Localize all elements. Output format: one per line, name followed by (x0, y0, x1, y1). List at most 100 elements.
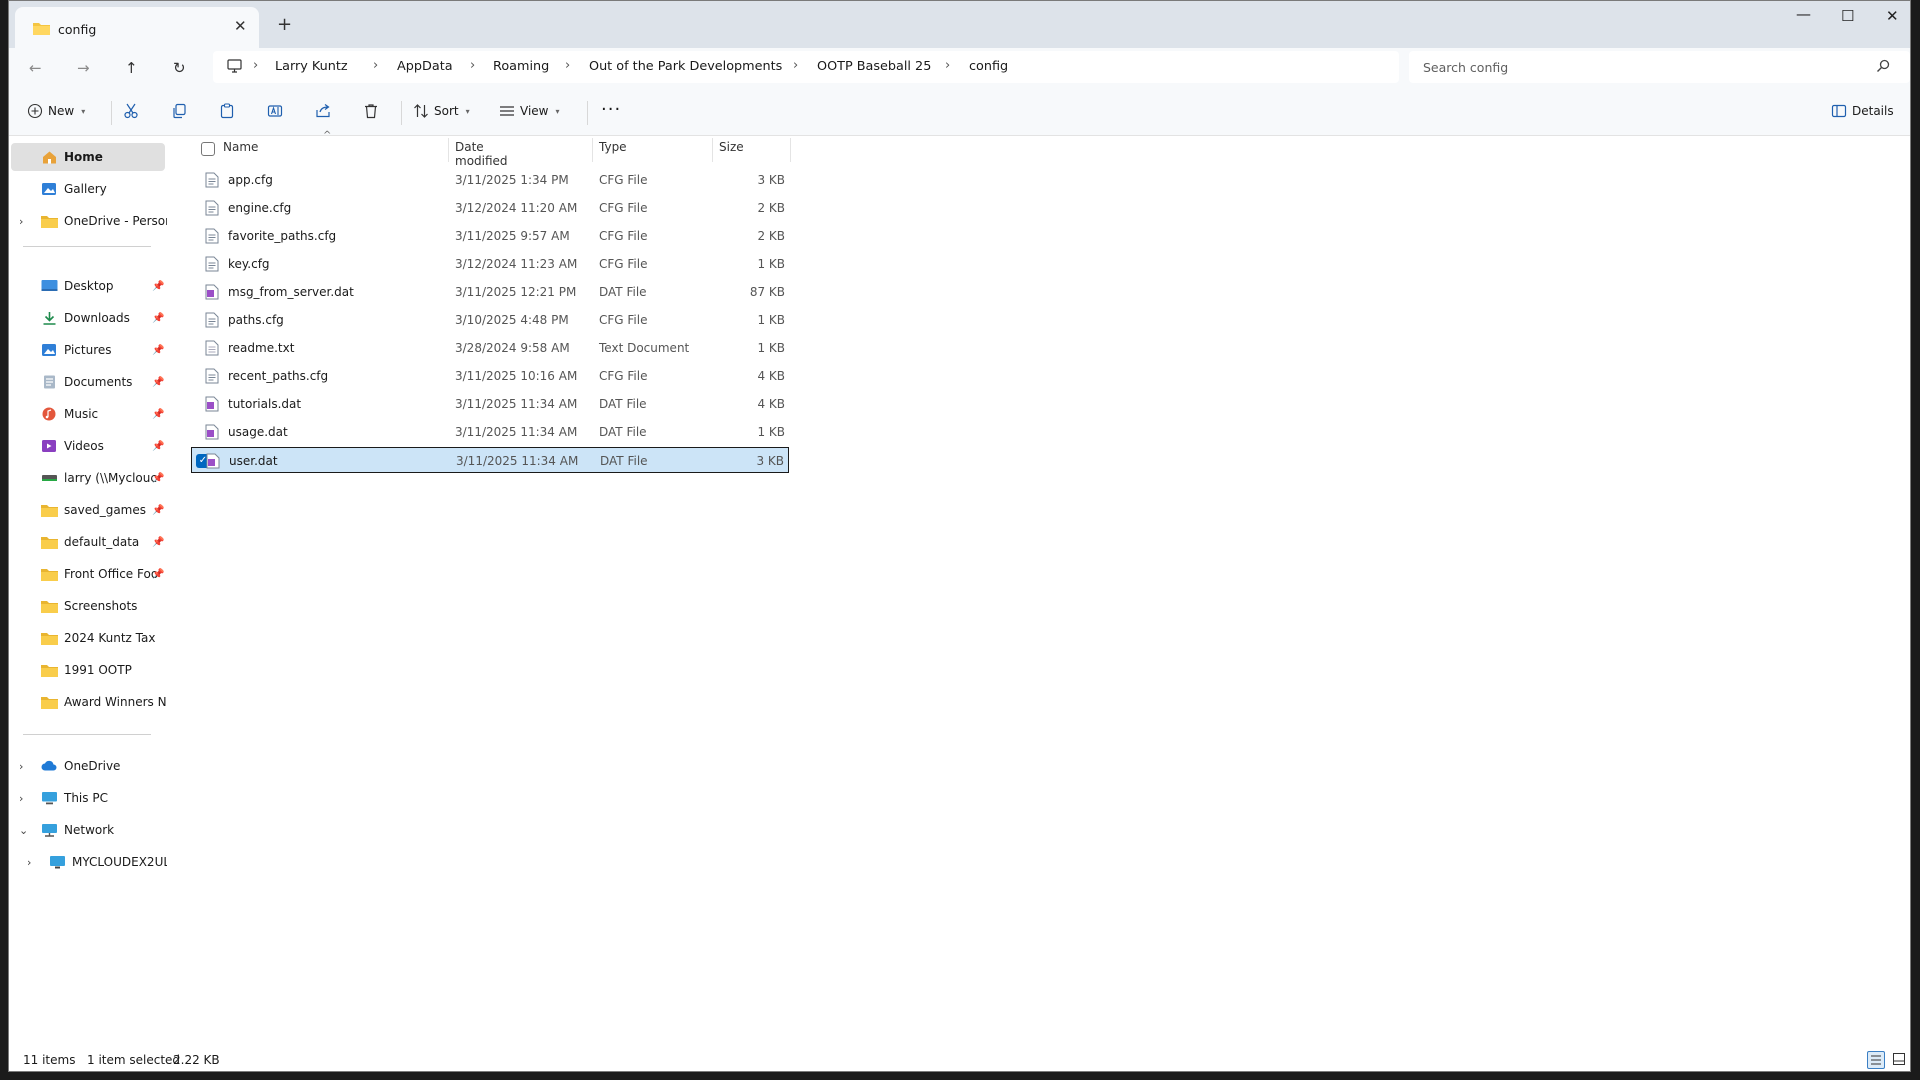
select-all-checkbox[interactable] (201, 142, 215, 156)
pin-icon[interactable]: 📌 (152, 505, 164, 516)
file-row[interactable]: usage.dat 3/11/2025 11:34 AM DAT File 1 KB (191, 419, 789, 445)
expand-chevron-icon[interactable]: › (19, 792, 35, 805)
pin-icon[interactable]: 📌 (152, 409, 164, 420)
navigation-pane: Home Gallery › OneDrive - Persona Deskto… (9, 136, 167, 1046)
pin-icon[interactable]: 📌 (152, 441, 164, 452)
refresh-icon[interactable]: ↻ (173, 59, 186, 77)
view-button[interactable]: View ▾ (499, 103, 560, 119)
file-row[interactable]: readme.txt 3/28/2024 9:58 AM Text Document… (191, 335, 789, 361)
new-tab-button[interactable]: + (277, 14, 292, 35)
column-header-date[interactable]: Date modified (455, 140, 508, 168)
pin-icon[interactable]: 📌 (152, 537, 164, 548)
back-arrow-icon[interactable]: ← (29, 59, 42, 77)
breadcrumb-item[interactable]: Larry Kuntz (275, 59, 348, 74)
search-box[interactable]: Search config (1409, 51, 1910, 83)
sort-button[interactable]: Sort ▾ (413, 103, 470, 119)
tab-config[interactable]: config ✕ (15, 7, 259, 48)
expand-chevron-icon[interactable]: › (27, 856, 43, 869)
sidebar-item-1991-ootp[interactable]: 1991 OOTP (41, 656, 167, 684)
sidebar-item-onedrive-personal[interactable]: › OneDrive - Persona (19, 207, 167, 235)
details-view-toggle[interactable] (1867, 1051, 1885, 1069)
sidebar-item-saved-games[interactable]: saved_games (41, 496, 167, 524)
sidebar-item-home[interactable]: Home (11, 143, 165, 171)
sidebar-item-downloads[interactable]: Downloads (41, 304, 167, 332)
paste-button[interactable] (219, 103, 235, 119)
sidebar-item-screenshots[interactable]: Screenshots (41, 592, 167, 620)
file-row[interactable]: app.cfg 3/11/2025 1:34 PM CFG File 3 KB (191, 167, 789, 193)
sidebar-item-this-pc[interactable]: › This PC (19, 784, 167, 812)
breadcrumb-chevron-icon[interactable]: › (565, 58, 570, 73)
rename-button[interactable] (267, 103, 283, 119)
sidebar-item-front-office[interactable]: Front Office Foo (41, 560, 167, 588)
share-button[interactable] (315, 103, 331, 119)
breadcrumb-item[interactable]: Roaming (493, 59, 549, 74)
file-row[interactable]: tutorials.dat 3/11/2025 11:34 AM DAT File 4… (191, 391, 789, 417)
breadcrumb-chevron-icon[interactable]: › (373, 58, 378, 73)
breadcrumb-item[interactable]: OOTP Baseball 25 (817, 59, 931, 74)
up-arrow-icon[interactable]: ↑ (125, 59, 138, 77)
pin-icon[interactable]: 📌 (152, 569, 164, 580)
expand-chevron-icon[interactable]: › (19, 760, 35, 773)
pin-icon[interactable]: 📌 (152, 377, 164, 388)
breadcrumb-item[interactable]: AppData (397, 59, 453, 74)
window-close-icon[interactable]: ✕ (1886, 7, 1899, 25)
minimize-icon[interactable]: — (1796, 5, 1811, 23)
column-divider[interactable] (592, 138, 593, 162)
column-header-name[interactable]: Name (223, 140, 258, 154)
view-list-icon (500, 106, 514, 116)
breadcrumb[interactable]: › Larry Kuntz › AppData › Roaming › Out … (213, 51, 1399, 83)
sidebar-item-pictures[interactable]: Pictures (41, 336, 167, 364)
file-row[interactable]: favorite_paths.cfg 3/11/2025 9:57 AM CFG F… (191, 223, 789, 249)
maximize-icon[interactable]: ☐ (1841, 7, 1854, 25)
file-type: CFG File (599, 313, 648, 327)
pin-icon[interactable]: 📌 (152, 313, 164, 324)
sidebar-item-gallery[interactable]: Gallery (41, 175, 167, 203)
pin-icon[interactable]: 📌 (152, 473, 164, 484)
close-tab-icon[interactable]: ✕ (234, 17, 247, 35)
column-divider[interactable] (712, 138, 713, 162)
new-button[interactable]: New ▾ (27, 103, 85, 119)
sidebar-item-documents[interactable]: Documents (41, 368, 167, 396)
more-options-icon[interactable]: ··· (601, 99, 621, 120)
column-divider[interactable] (790, 138, 791, 162)
column-header-size[interactable]: Size (719, 140, 744, 154)
expand-chevron-icon[interactable]: › (19, 215, 35, 228)
breadcrumb-chevron-icon[interactable]: › (793, 58, 798, 73)
file-row[interactable]: ✓ user.dat 3/11/2025 11:34 AM DAT File 3 KB (191, 447, 789, 473)
sidebar-item-network-drive[interactable]: larry (\\Myclouc (41, 464, 167, 492)
breadcrumb-item[interactable]: Out of the Park Developments (589, 59, 782, 74)
collapse-chevron-icon[interactable]: ⌄ (19, 824, 35, 837)
copy-button[interactable] (171, 103, 187, 119)
sidebar-item-onedrive[interactable]: › OneDrive (19, 752, 167, 780)
breadcrumb-chevron-icon[interactable]: › (253, 58, 258, 73)
sidebar-item-network[interactable]: ⌄ Network (19, 816, 167, 844)
sidebar-item-videos[interactable]: Videos (41, 432, 167, 460)
file-row[interactable]: engine.cfg 3/12/2024 11:20 AM CFG File 2 KB (191, 195, 789, 221)
breadcrumb-chevron-icon[interactable]: › (470, 58, 475, 73)
sidebar-item-award-winners-nl[interactable]: Award Winners NL (41, 688, 167, 716)
tiles-view-toggle[interactable] (1891, 1051, 1909, 1069)
details-button[interactable]: Details (1831, 103, 1894, 119)
column-divider[interactable] (448, 138, 449, 162)
sidebar-item-music[interactable]: Music (41, 400, 167, 428)
file-name: favorite_paths.cfg (228, 229, 337, 243)
sidebar-item-mycloudex2ult[interactable]: › MYCLOUDEX2ULT (27, 848, 167, 876)
delete-button[interactable] (363, 103, 379, 119)
sidebar-item-label: Desktop (64, 279, 114, 293)
column-header-type[interactable]: Type (599, 140, 627, 154)
file-row[interactable]: recent_paths.cfg 3/11/2025 10:16 AM CFG Fi… (191, 363, 789, 389)
sidebar-item-2024-kuntz-tax[interactable]: 2024 Kuntz Tax (41, 624, 167, 652)
cut-button[interactable] (123, 103, 139, 119)
pin-icon[interactable]: 📌 (152, 345, 164, 356)
sidebar-item-default-data[interactable]: default_data (41, 528, 167, 556)
sidebar-item-desktop[interactable]: Desktop (41, 272, 167, 300)
file-row[interactable]: key.cfg 3/12/2024 11:23 AM CFG File 1 KB (191, 251, 789, 277)
sidebar-item-label: Documents (64, 375, 133, 389)
breadcrumb-item-current[interactable]: config (969, 59, 1008, 74)
file-row[interactable]: msg_from_server.dat 3/11/2025 12:21 PM DAT… (191, 279, 789, 305)
search-input[interactable]: Search config (1423, 60, 1508, 75)
forward-arrow-icon[interactable]: → (77, 59, 90, 77)
pin-icon[interactable]: 📌 (152, 281, 164, 292)
breadcrumb-chevron-icon[interactable]: › (945, 58, 950, 73)
file-row[interactable]: paths.cfg 3/10/2025 4:48 PM CFG File 1 KB (191, 307, 789, 333)
